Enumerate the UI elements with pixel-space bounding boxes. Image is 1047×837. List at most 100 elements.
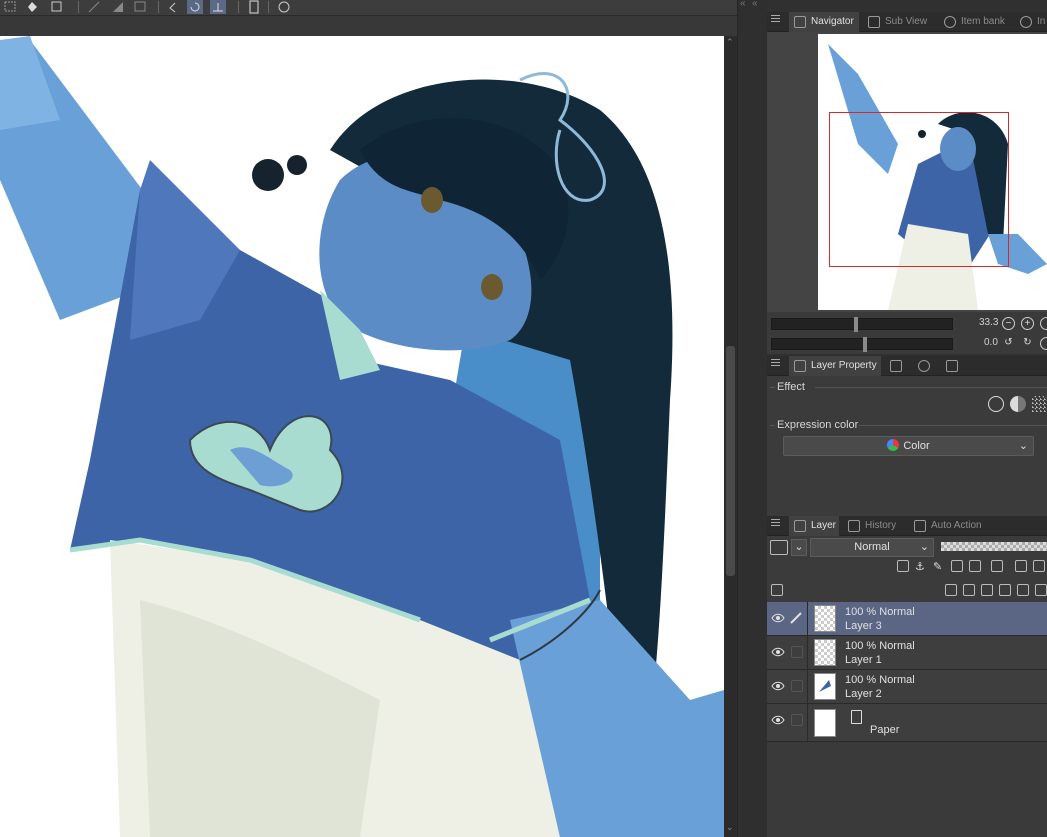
delete-layer-icon[interactable]: [1035, 584, 1047, 596]
reference-icon[interactable]: ⚓: [915, 560, 927, 573]
paper-thumbnail: [814, 709, 836, 737]
sub-view-icon: [868, 16, 880, 28]
new-folder-icon[interactable]: [981, 584, 993, 596]
drawing-canvas[interactable]: [0, 36, 724, 837]
tab-auto-action[interactable]: Auto Action: [909, 516, 989, 536]
select-icon[interactable]: [2, 0, 18, 14]
tab-material[interactable]: [941, 356, 969, 376]
eye-icon[interactable]: [771, 714, 785, 726]
rotate-slider-knob[interactable]: [863, 337, 867, 352]
tab-layer[interactable]: Layer: [789, 516, 839, 536]
lock-layer-icon[interactable]: [951, 560, 963, 572]
collapse-right-icon[interactable]: «: [752, 0, 758, 9]
pencil-icon: [790, 612, 802, 624]
layer-icon: [794, 520, 806, 532]
tab-layer-search[interactable]: [885, 356, 909, 376]
scroll-down-icon[interactable]: ⌄: [726, 822, 734, 833]
color-wheel-icon: [887, 439, 900, 451]
eye-icon[interactable]: [771, 680, 785, 692]
paper-layer-row[interactable]: Paper: [767, 704, 1047, 742]
navigator-view-frame[interactable]: [829, 112, 1009, 267]
panel-menu-icon[interactable]: [771, 359, 780, 369]
tab-search[interactable]: [913, 356, 937, 376]
layer-color-icon[interactable]: [770, 540, 788, 555]
zoom-slider[interactable]: [771, 317, 953, 332]
undo-icon[interactable]: [164, 0, 180, 14]
rotate-canvas-icon[interactable]: [187, 0, 203, 14]
scrollbar-thumb[interactable]: [726, 346, 735, 576]
tone-effect-icon[interactable]: [1010, 396, 1026, 412]
ruler-icon[interactable]: [86, 0, 102, 14]
auto-action-icon: [914, 520, 926, 532]
fit-zoom-icon[interactable]: [1040, 317, 1047, 330]
tab-navigator[interactable]: Navigator: [789, 12, 859, 32]
flip-icon[interactable]: [210, 0, 226, 14]
layer-panel-menu-icon[interactable]: [771, 584, 783, 596]
navigator-icon: [794, 16, 806, 28]
transfer-down-icon[interactable]: [999, 584, 1011, 596]
texture-effect-icon[interactable]: [1032, 396, 1047, 412]
navigator-controls: 33.3 − + 0.0 ↺ ↻: [767, 312, 1047, 354]
palette-color-icon[interactable]: [1015, 560, 1027, 572]
transform-icon[interactable]: [48, 0, 64, 14]
blend-mode-select[interactable]: Normal ⌄: [810, 538, 934, 557]
fill-icon[interactable]: [24, 0, 40, 14]
panel-menu-icon[interactable]: [771, 15, 780, 25]
layer-lock-toggle[interactable]: [791, 680, 803, 692]
layer-thumbnail: [814, 639, 836, 666]
layer-property-body: Effect Expression color Color ⌄: [767, 376, 1047, 516]
eye-icon[interactable]: [771, 646, 785, 658]
navigator-tab-bar: Navigator Sub View Item bank In: [767, 12, 1047, 32]
expression-color-select[interactable]: Color ⌄: [783, 436, 1034, 456]
layer-list: 100 % Normal Layer 3 100 % Normal Layer …: [767, 602, 1047, 837]
gradient-icon[interactable]: [110, 0, 126, 14]
navigator-preview[interactable]: [818, 34, 1047, 310]
layer-row[interactable]: 100 % Normal Layer 2: [767, 670, 1047, 704]
new-raster-layer-icon[interactable]: [945, 584, 957, 596]
opacity-slider[interactable]: [941, 542, 1047, 551]
new-vector-layer-icon[interactable]: [963, 584, 975, 596]
layer-tab-bar: Layer History Auto Action: [767, 516, 1047, 536]
collapse-left-icon[interactable]: «: [740, 0, 746, 9]
panel-gutter: « «: [737, 0, 767, 837]
tab-sub-view[interactable]: Sub View: [863, 12, 935, 32]
clip-icon[interactable]: [897, 560, 909, 572]
draft-icon[interactable]: ✎: [933, 560, 945, 573]
border-effect-icon[interactable]: [988, 396, 1004, 412]
effect-label: Effect: [777, 381, 805, 393]
history-icon: [848, 520, 860, 532]
navigator-view[interactable]: [767, 32, 1047, 312]
mask-icon[interactable]: [991, 560, 1003, 572]
rotate-right-icon[interactable]: ↻: [1021, 337, 1034, 350]
canvas-vertical-scrollbar[interactable]: ⌃ ⌄: [724, 36, 737, 837]
reset-rotation-icon[interactable]: [1040, 337, 1047, 350]
zoom-slider-knob[interactable]: [854, 317, 858, 332]
chevron-down-icon[interactable]: ⌄: [791, 539, 807, 556]
zoom-value: 33.3: [979, 317, 999, 328]
rotate-value: 0.0: [984, 337, 998, 348]
layer-row[interactable]: 100 % Normal Layer 3: [767, 602, 1047, 636]
help-icon[interactable]: [276, 0, 292, 14]
top-toolbar: [0, 0, 737, 16]
lock-transparency-icon[interactable]: [969, 560, 981, 572]
collapse-icon[interactable]: [1033, 560, 1045, 572]
tab-info[interactable]: In: [1015, 12, 1047, 32]
layer-lock-toggle[interactable]: [791, 646, 803, 658]
layer-lock-toggle[interactable]: [791, 714, 803, 726]
eye-icon[interactable]: [771, 612, 785, 624]
rotate-left-icon[interactable]: ↺: [1002, 337, 1015, 350]
device-icon[interactable]: [246, 0, 262, 14]
rotate-slider[interactable]: [771, 337, 953, 352]
scroll-up-icon[interactable]: ⌃: [726, 37, 734, 48]
zoom-out-icon[interactable]: −: [1002, 317, 1015, 330]
tab-layer-property[interactable]: Layer Property: [789, 356, 881, 376]
combine-down-icon[interactable]: [1017, 584, 1029, 596]
panel-menu-icon[interactable]: [771, 519, 780, 529]
layer-property-icon: [794, 360, 806, 372]
material-icon: [946, 360, 958, 372]
zoom-in-icon[interactable]: +: [1021, 317, 1034, 330]
grid-icon[interactable]: [132, 0, 148, 14]
layer-row[interactable]: 100 % Normal Layer 1: [767, 636, 1047, 670]
tab-item-bank[interactable]: Item bank: [939, 12, 1013, 32]
tab-history[interactable]: History: [843, 516, 905, 536]
